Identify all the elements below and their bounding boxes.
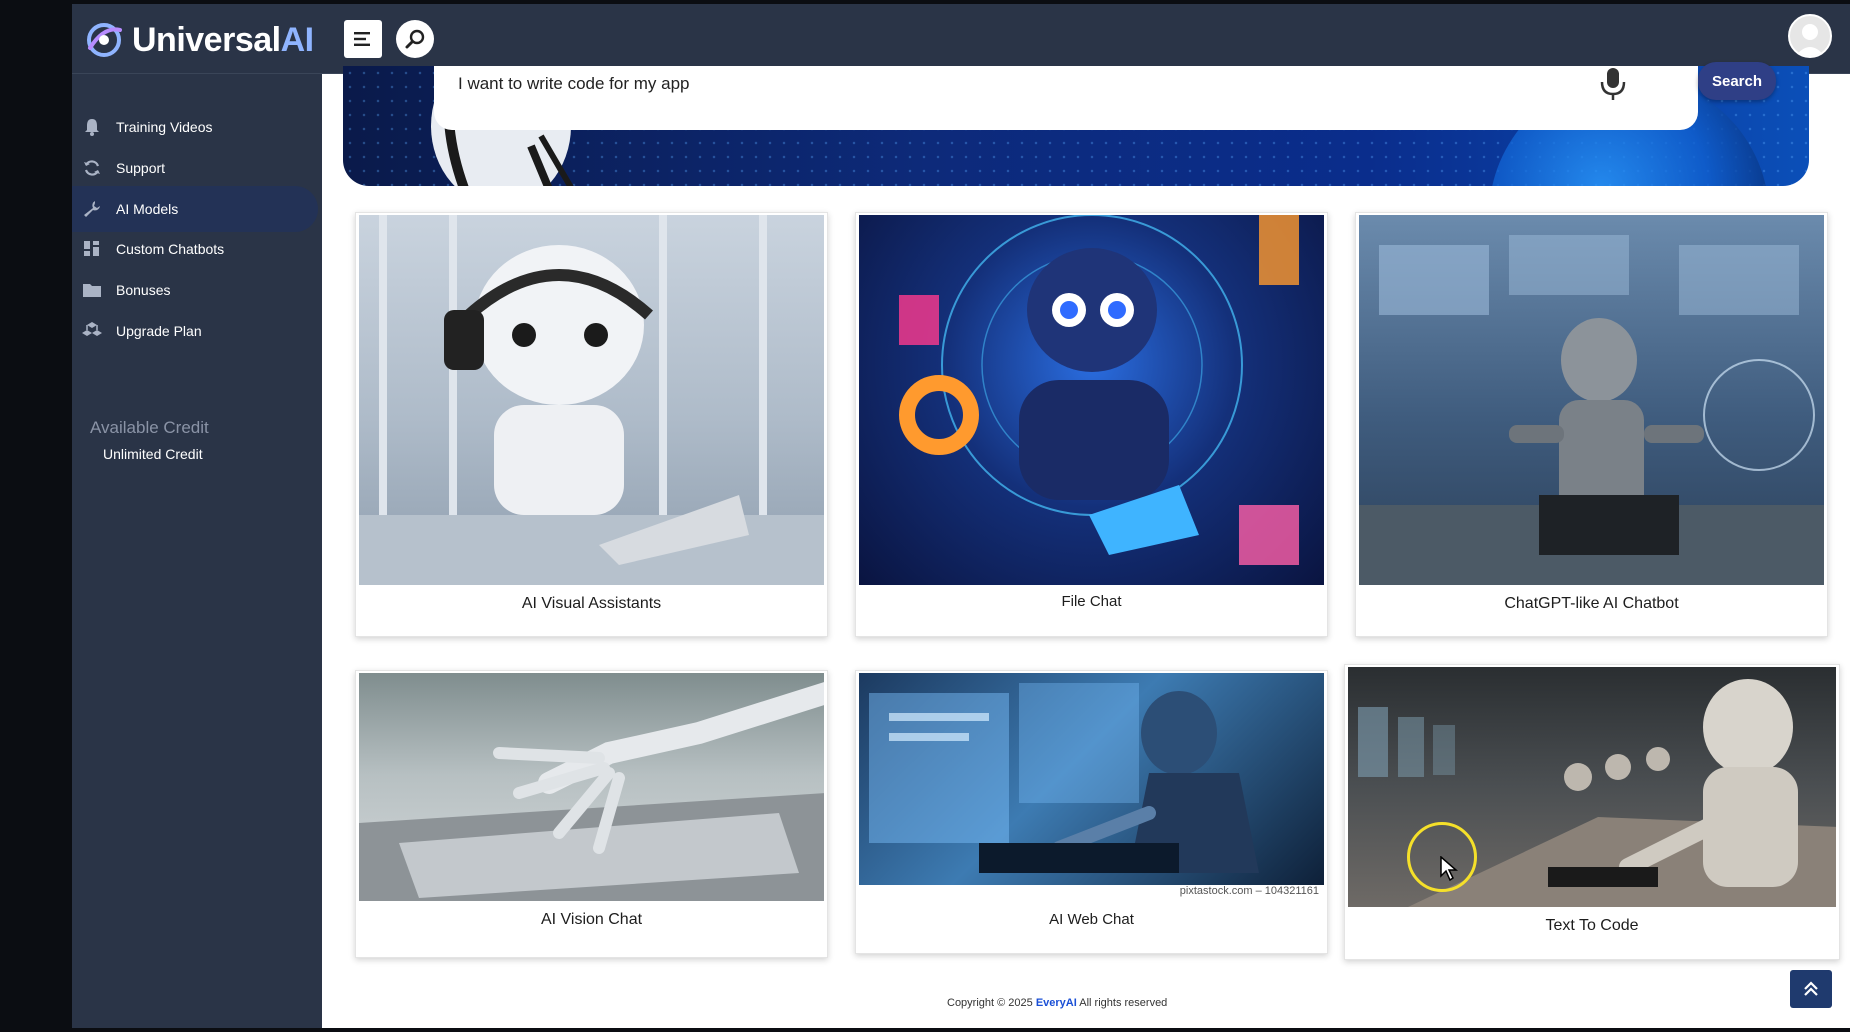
sidebar-item-label: Training Videos [116, 119, 213, 135]
sidebar-item-support[interactable]: Support [72, 145, 318, 191]
boxes-icon [82, 321, 102, 341]
card-image [859, 673, 1324, 885]
refresh-icon [82, 158, 102, 178]
robot-monitors-illustration [869, 683, 1259, 873]
image-credit: pixtastock.com – 104321161 [1179, 885, 1319, 897]
wrench-icon [82, 199, 102, 219]
robot-hand-keyboard-illustration [359, 682, 824, 901]
logo-icon [87, 23, 122, 57]
user-icon [1795, 24, 1825, 56]
search-button[interactable]: Search [1698, 62, 1776, 100]
card-title: ChatGPT-like AI Chatbot [1504, 595, 1679, 612]
copyright-text: Copyright © 2025 EveryAI All rights rese… [947, 997, 1167, 1009]
card-image [1359, 215, 1824, 585]
prompt-search-bar[interactable]: I want to write code for my app Search [434, 62, 1776, 130]
card-title: AI Visual Assistants [521, 595, 662, 612]
sidebar-item-label: Bonuses [116, 282, 171, 298]
model-card-chatgpt-like-ai-chatbot[interactable]: ChatGPT-like AI Chatbot [1355, 212, 1828, 637]
scroll-to-top-button[interactable] [1790, 970, 1832, 1008]
model-card-ai-vision-chat[interactable]: AI Vision Chat [355, 670, 828, 958]
top-bar: UniversalAI [72, 4, 1850, 74]
model-card-ai-visual-assistants[interactable]: AI Visual Assistants [355, 212, 828, 637]
card-title: Text To Code [1545, 917, 1639, 934]
sidebar-item-label: Upgrade Plan [116, 323, 202, 339]
card-title: AI Vision Chat [540, 911, 643, 928]
app-window: UniversalAI Training Videos Support AI M… [72, 4, 1850, 1028]
search-icon [405, 29, 425, 49]
sidebar-item-bonuses[interactable]: Bonuses [72, 267, 318, 313]
robot-headset-illustration [359, 215, 824, 585]
model-card-text-to-code[interactable]: Text To Code [1344, 664, 1840, 960]
search-toggle-button[interactable] [396, 20, 434, 58]
microphone-icon[interactable] [1598, 66, 1628, 102]
sidebar-item-label: Support [116, 160, 166, 176]
sidebar-item-upgrade-plan[interactable]: Upgrade Plan [72, 308, 318, 354]
sidebar: Training Videos Support AI Models Custom… [72, 74, 322, 1028]
logo[interactable]: UniversalAI [82, 18, 314, 62]
mouse-pointer-icon [1440, 856, 1458, 882]
copyright-suffix: All rights reserved [1079, 997, 1168, 1009]
sidebar-item-custom-chatbots[interactable]: Custom Chatbots [72, 226, 318, 272]
menu-toggle-button[interactable] [344, 20, 382, 58]
copyright-prefix: Copyright © 2025 [947, 997, 1033, 1009]
card-title: File Chat [1061, 593, 1122, 610]
card-image [859, 215, 1324, 585]
sidebar-item-label: Custom Chatbots [116, 241, 225, 257]
available-credit-value: Unlimited Credit [103, 446, 203, 462]
robot-neon-illustration [899, 215, 1299, 565]
folder-icon [82, 280, 102, 300]
hamburger-icon [354, 32, 370, 46]
search-input[interactable]: I want to write code for my app [458, 74, 690, 94]
logo-text: UniversalAI [132, 20, 314, 59]
dashboard-icon [82, 239, 102, 259]
user-avatar[interactable] [1788, 14, 1832, 58]
model-card-ai-web-chat[interactable]: pixtastock.com – 104321161 AI Web Chat [855, 670, 1328, 954]
card-image [359, 215, 824, 585]
robot-desk-illustration [1359, 235, 1824, 585]
card-image [359, 673, 824, 901]
sidebar-item-training-videos[interactable]: Training Videos [72, 104, 318, 150]
brand-link[interactable]: EveryAI [1036, 997, 1077, 1009]
model-card-file-chat[interactable]: File Chat [855, 212, 1328, 637]
available-credit-heading: Available Credit [90, 418, 209, 437]
bell-icon [82, 117, 102, 137]
card-title: AI Web Chat [1049, 911, 1134, 928]
double-chevron-up-icon [1804, 981, 1818, 996]
sidebar-item-label: AI Models [116, 201, 179, 217]
